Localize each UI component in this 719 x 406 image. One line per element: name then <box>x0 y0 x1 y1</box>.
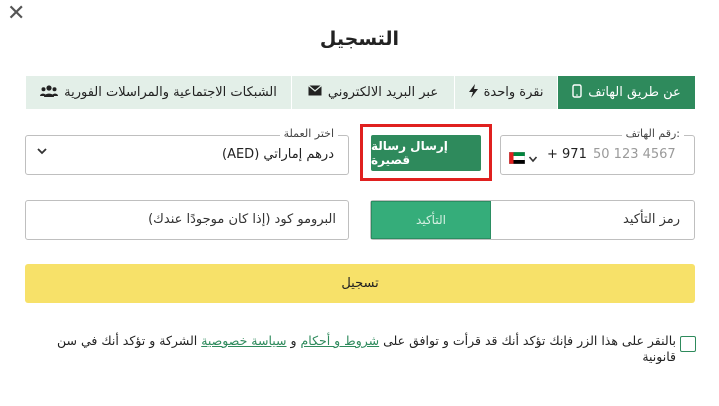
users-icon <box>40 84 59 101</box>
confirm-button[interactable]: التأكيد <box>371 201 491 239</box>
envelope-icon <box>307 85 322 100</box>
uae-flag-icon[interactable] <box>508 149 526 168</box>
close-icon[interactable]: ✕ <box>7 2 25 26</box>
confirm-code-input[interactable]: رمز التأكيد <box>623 212 680 227</box>
terms-checkbox[interactable] <box>680 336 696 352</box>
tab-social[interactable]: الشبكات الاجتماعية والمراسلات الفورية <box>25 76 291 109</box>
promo-placeholder: البرومو كود (إذا كان موجودًا عندك) <box>148 212 336 227</box>
currency-legend: اختر العملة <box>279 127 338 140</box>
terms-link[interactable]: شروط و أحكام <box>301 333 380 348</box>
tab-label: الشبكات الاجتماعية والمراسلات الفورية <box>64 85 277 100</box>
tab-label: عبر البريد الالكتروني <box>327 85 439 100</box>
tab-label: عن طريق الهاتف <box>588 85 681 100</box>
sms-button-highlight: إرسال رسالة قصيرة <box>360 124 492 181</box>
chevron-down-icon[interactable] <box>528 149 538 168</box>
register-button[interactable]: تسجيل <box>25 264 695 303</box>
tab-one-click[interactable]: نقرة واحدة <box>454 76 557 109</box>
send-sms-button[interactable]: إرسال رسالة قصيرة <box>371 135 481 171</box>
tab-label: نقرة واحدة <box>483 85 544 100</box>
tab-email[interactable]: عبر البريد الالكتروني <box>291 76 454 109</box>
send-sms-label: إرسال رسالة قصيرة <box>371 139 448 167</box>
country-code: + 971 <box>547 147 587 162</box>
lightning-icon <box>468 83 478 102</box>
confirm-code-field[interactable]: التأكيد رمز التأكيد <box>370 200 695 240</box>
phone-field[interactable]: رقم الهاتف: + 971 50 123 4567 <box>500 127 695 175</box>
chevron-down-icon <box>36 145 48 161</box>
privacy-link[interactable]: سياسة خصوصية <box>201 333 286 348</box>
terms-text: بالنقر على هذا الزر فإنك تؤكد أنك قد قرأ… <box>57 333 676 364</box>
phone-legend: رقم الهاتف: <box>621 127 684 140</box>
phone-icon <box>572 83 582 102</box>
currency-select[interactable]: اختر العملة درهم إماراتي (AED) <box>25 127 349 175</box>
promo-input[interactable]: البرومو كود (إذا كان موجودًا عندك) <box>25 200 349 240</box>
page-title: التسجيل <box>319 28 400 50</box>
currency-value: درهم إماراتي (AED) <box>222 147 334 162</box>
confirm-label: التأكيد <box>416 213 446 227</box>
register-label: تسجيل <box>341 276 379 291</box>
registration-tabs: عن طريق الهاتف نقرة واحدة عبر البريد الا… <box>25 76 695 109</box>
tab-phone[interactable]: عن طريق الهاتف <box>557 76 695 109</box>
phone-input[interactable]: 50 123 4567 <box>593 147 676 162</box>
